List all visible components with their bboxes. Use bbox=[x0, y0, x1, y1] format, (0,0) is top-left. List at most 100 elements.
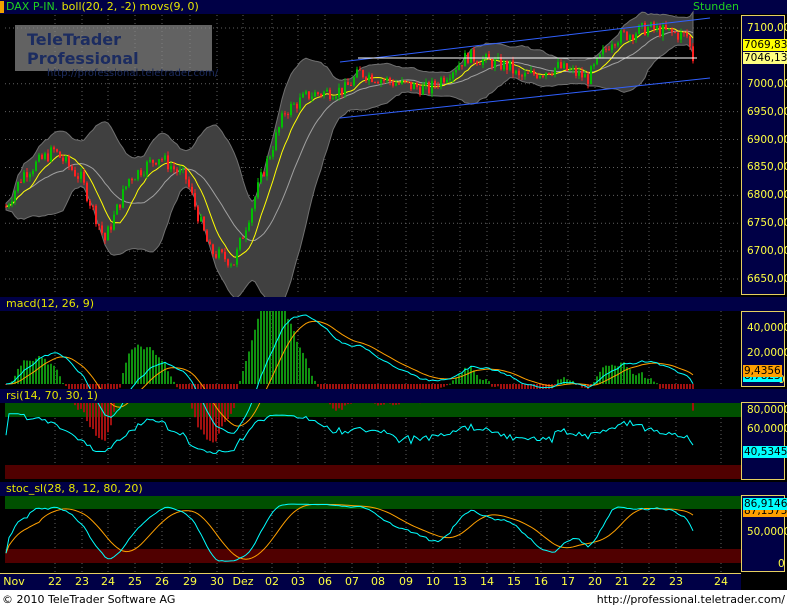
macd-histogram-bar bbox=[296, 341, 298, 384]
candle bbox=[692, 46, 694, 62]
stoc-header[interactable]: stoc_sl(28, 8, 12, 80, 20) bbox=[0, 482, 787, 496]
candle bbox=[326, 89, 328, 92]
candle bbox=[338, 87, 340, 97]
candle bbox=[242, 237, 244, 239]
candle bbox=[599, 54, 601, 58]
candle bbox=[203, 216, 205, 231]
macd-histogram-bar bbox=[44, 358, 46, 384]
price-tick: 6850,00 bbox=[747, 161, 787, 174]
candle bbox=[272, 150, 274, 157]
level-tag: 7046,13 bbox=[743, 52, 787, 65]
candle bbox=[509, 60, 511, 70]
candle bbox=[185, 169, 187, 180]
candle bbox=[620, 30, 622, 43]
candle bbox=[26, 172, 28, 178]
candle bbox=[542, 75, 544, 77]
candle bbox=[296, 103, 298, 109]
price-tick: 6750,00 bbox=[747, 217, 787, 230]
candle bbox=[293, 103, 295, 105]
macd-histogram-bar bbox=[242, 371, 244, 384]
candle bbox=[677, 32, 679, 40]
date-label: 23 bbox=[75, 575, 89, 588]
rsi-header[interactable]: rsi(14, 70, 30, 1) bbox=[0, 389, 787, 403]
macd-value-tag: 9,4356 bbox=[743, 365, 782, 377]
macd-histogram-bar bbox=[62, 383, 64, 385]
macd-histogram-bar bbox=[143, 349, 145, 384]
macd-histogram-bar bbox=[317, 384, 319, 387]
candle bbox=[266, 158, 268, 177]
candle bbox=[233, 264, 235, 266]
candle bbox=[524, 72, 526, 77]
date-label: 25 bbox=[128, 575, 142, 588]
date-label: 21 bbox=[615, 575, 629, 588]
candle bbox=[8, 204, 10, 207]
rsi-axis[interactable]: 80,0000 60,0000 40,5345 bbox=[741, 402, 787, 480]
macd-histogram-bar bbox=[38, 356, 40, 384]
candle bbox=[455, 69, 457, 73]
date-label: 02 bbox=[265, 575, 279, 588]
price-axis[interactable]: 7100,00 7000,00 6950,00 6900,00 6850,00 6800,… bbox=[741, 15, 787, 295]
macd-axis[interactable]: 40,000020,00000 8,7823 9,4356 bbox=[741, 311, 787, 387]
candle bbox=[683, 32, 685, 34]
candle bbox=[512, 60, 514, 74]
footer-link[interactable]: http://professional.teletrader.com/ bbox=[597, 590, 785, 609]
candle bbox=[674, 31, 676, 33]
candle bbox=[533, 70, 535, 75]
last-price-tag: 7069,83 bbox=[743, 38, 787, 51]
candle bbox=[416, 83, 418, 88]
candle bbox=[35, 161, 37, 171]
candle bbox=[665, 24, 667, 30]
macd-histogram-bar bbox=[554, 384, 556, 385]
candle bbox=[245, 230, 247, 239]
macd-histogram-bar bbox=[254, 329, 256, 384]
date-label: 24 bbox=[101, 575, 115, 588]
candle bbox=[104, 232, 106, 241]
macd-histogram-bar bbox=[485, 379, 487, 384]
candle bbox=[29, 174, 31, 178]
candle bbox=[566, 63, 568, 71]
candle bbox=[278, 127, 280, 133]
macd-histogram-bar bbox=[269, 306, 271, 384]
candle bbox=[323, 91, 325, 96]
candle bbox=[398, 83, 400, 85]
candle bbox=[605, 48, 607, 50]
candle bbox=[449, 78, 451, 80]
candle bbox=[530, 70, 532, 73]
rsi-value-tag: 40,5345 bbox=[743, 446, 787, 458]
candle bbox=[344, 82, 346, 95]
macd-histogram-bar bbox=[290, 323, 292, 384]
candle bbox=[191, 186, 193, 194]
candle bbox=[383, 79, 385, 81]
macd-histogram-bar bbox=[125, 362, 127, 384]
date-label: 24 bbox=[714, 575, 728, 588]
stoc-axis[interactable]: 87,1575 86,9146 50,0000 0 bbox=[741, 495, 787, 572]
candle bbox=[350, 84, 352, 86]
macd-histogram-bar bbox=[239, 380, 241, 384]
date-axis[interactable]: Nov 22 23 24 25 26 29 30 Dez 02 03 06 07 08 09 10 13 14 15… bbox=[0, 573, 741, 590]
macd-histogram-bar bbox=[611, 364, 613, 384]
macd-header[interactable]: macd(12, 26, 9) bbox=[0, 297, 787, 311]
candle bbox=[368, 74, 370, 81]
candle bbox=[146, 161, 148, 175]
date-label: 22 bbox=[642, 575, 656, 588]
macd-histogram-bar bbox=[53, 365, 55, 384]
macd-histogram-bar bbox=[647, 378, 649, 384]
date-label: Nov bbox=[3, 575, 25, 588]
macd-histogram-bar bbox=[23, 360, 25, 384]
date-label: Dez bbox=[232, 575, 254, 588]
candle bbox=[236, 249, 238, 265]
macd-histogram-bar bbox=[302, 352, 304, 384]
macd-histogram-bar bbox=[482, 380, 484, 384]
candle bbox=[362, 69, 364, 78]
candle bbox=[92, 205, 94, 207]
candle bbox=[248, 222, 250, 231]
candle bbox=[194, 193, 196, 207]
candle bbox=[53, 147, 55, 150]
macd-histogram-bar bbox=[122, 373, 124, 384]
date-label: 16 bbox=[534, 575, 548, 588]
stoc-value-tag: 86,9146 bbox=[743, 498, 787, 510]
macd-histogram-bar bbox=[311, 375, 313, 384]
macd-histogram-bar bbox=[146, 347, 148, 384]
candle bbox=[641, 23, 643, 26]
candle bbox=[140, 170, 142, 176]
